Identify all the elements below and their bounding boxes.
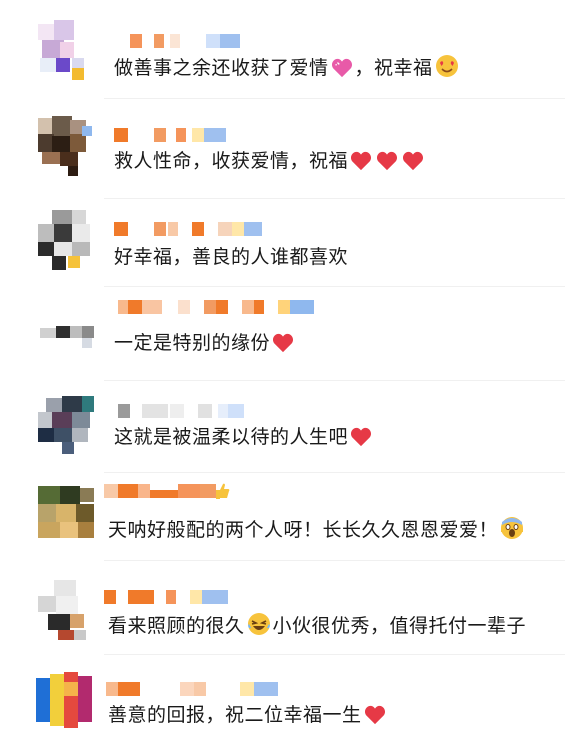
comment-item: 善意的回报，祝二位幸福一生 <box>0 668 565 738</box>
avatar[interactable] <box>36 668 94 728</box>
comment-text: 做善事之余还收获了爱情 ，祝幸福 <box>114 54 461 81</box>
pink-heart-icon <box>331 58 352 78</box>
divider <box>104 472 565 473</box>
avatar[interactable] <box>38 112 94 176</box>
comment-text: 一定是特别的缘份 <box>114 330 296 356</box>
heart-icon <box>351 427 372 447</box>
comment-text: 看来照顾的很久 小伙很优秀，值得托付一辈子 <box>108 612 526 639</box>
comment-text: 善意的回报，祝二位幸福一生 <box>108 702 388 728</box>
divider <box>104 198 565 199</box>
avatar[interactable] <box>38 298 94 358</box>
comment-item: 看来照顾的很久 小伙很优秀，值得托付一辈子 <box>0 576 565 646</box>
comment-text: 这就是被温柔以待的人生吧 <box>114 424 374 450</box>
heart-icon <box>377 151 398 171</box>
comment-item: 一定是特别的缘份 <box>0 298 565 368</box>
avatar[interactable] <box>38 392 94 454</box>
avatar[interactable] <box>38 16 94 80</box>
divider <box>104 286 565 287</box>
divider <box>104 654 565 655</box>
avatar[interactable] <box>38 210 94 270</box>
comment-item: 救人性命，收获爱情，祝福 <box>0 112 565 182</box>
comment-item: 好幸福，善良的人谁都喜欢 <box>0 210 565 280</box>
heart-icon <box>403 151 424 171</box>
divider <box>104 380 565 381</box>
comment-text: 救人性命，收获爱情，祝福 <box>114 148 426 174</box>
comment-item: 做善事之余还收获了爱情 ，祝幸福 <box>0 16 565 86</box>
divider <box>104 560 565 561</box>
thumbs-up-icon <box>216 483 230 499</box>
comment-item: 天呐好般配的两个人呀！长长久久恩恩爱爱！ <box>0 483 565 554</box>
laughing-face-icon <box>247 613 270 635</box>
heart-icon <box>273 333 294 353</box>
divider <box>104 98 565 99</box>
avatar[interactable] <box>38 576 94 640</box>
heart-icon <box>364 705 385 725</box>
heart-icon <box>351 151 372 171</box>
comment-text: 天呐好般配的两个人呀！长长久久恩恩爱爱！ <box>108 516 526 543</box>
avatar[interactable] <box>38 484 94 544</box>
heart-eyes-face-icon <box>435 55 458 77</box>
comment-item: 这就是被温柔以待的人生吧 <box>0 392 565 462</box>
screaming-face-icon <box>501 517 524 539</box>
comment-text: 好幸福，善良的人谁都喜欢 <box>114 246 349 268</box>
